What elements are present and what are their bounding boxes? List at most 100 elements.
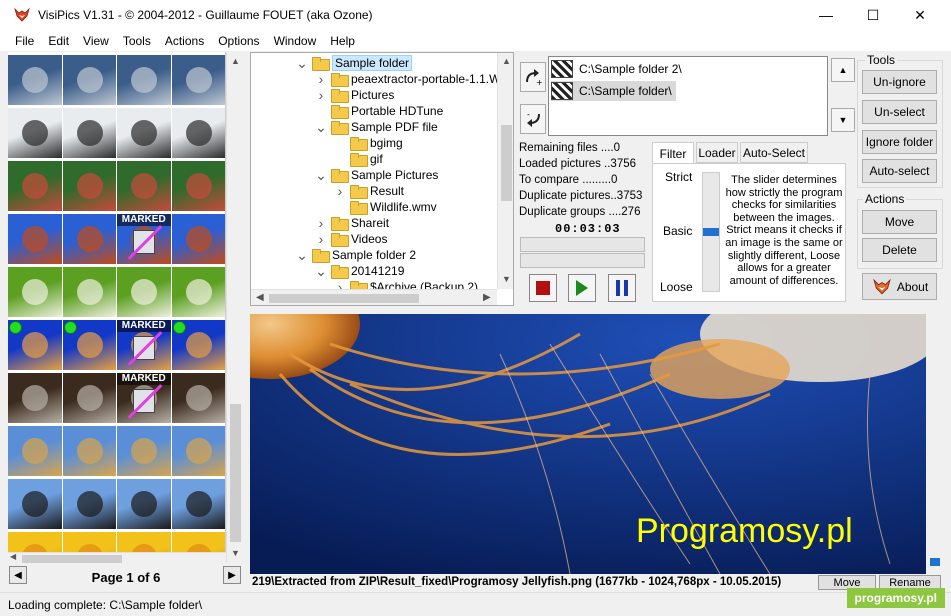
tree-item[interactable]: ⌄ Sample folder xyxy=(295,55,413,71)
thumbnail[interactable] xyxy=(117,55,172,105)
tree-item[interactable]: › Result xyxy=(333,183,404,199)
thumbnail[interactable] xyxy=(171,108,225,158)
remove-folder-button[interactable]: - xyxy=(520,104,546,134)
unignore-button[interactable]: Un-ignore xyxy=(862,70,937,94)
thumbnail-hscrollbar[interactable]: ◀ xyxy=(8,552,226,564)
hscroll-thumb[interactable] xyxy=(22,555,122,563)
chevron-right-icon[interactable]: › xyxy=(314,215,328,231)
tree-item[interactable]: › Pictures xyxy=(314,87,394,103)
preview-zoom-thumb[interactable] xyxy=(930,558,940,566)
chevron-down-icon[interactable]: ⌄ xyxy=(295,248,309,262)
thumbnail[interactable] xyxy=(171,267,225,317)
close-button[interactable]: ✕ xyxy=(897,0,943,30)
about-button[interactable]: About xyxy=(862,273,937,300)
tree-item[interactable]: › Shareit xyxy=(314,215,389,231)
scroll-down-icon[interactable]: ▼ xyxy=(231,548,240,558)
delete-button[interactable]: Delete xyxy=(862,238,937,262)
scroll-up-icon[interactable]: ▲ xyxy=(231,56,240,66)
auto-select-button[interactable]: Auto-select xyxy=(862,159,937,183)
tree-item[interactable]: ⌄ Sample folder 2 xyxy=(295,247,416,263)
thumbnail[interactable] xyxy=(171,320,225,370)
ignore-folder-button[interactable]: Ignore folder xyxy=(862,130,937,154)
tree-item[interactable]: bgimg xyxy=(333,135,403,151)
menu-file[interactable]: File xyxy=(15,34,34,48)
thumbnail[interactable] xyxy=(171,479,225,529)
folder-tree[interactable]: ⌄ Sample folder › peaextractor-portable-1.1… xyxy=(250,52,514,306)
scroll-down-icon[interactable]: ▼ xyxy=(502,274,511,284)
move-up-button[interactable]: ▲ xyxy=(831,58,855,82)
thumbnail[interactable] xyxy=(117,267,172,317)
thumbnail[interactable] xyxy=(117,479,172,529)
menu-tools[interactable]: Tools xyxy=(123,34,151,48)
thumbnail[interactable] xyxy=(8,479,63,529)
thumbnail[interactable] xyxy=(171,161,225,211)
thumbnail[interactable] xyxy=(8,214,63,264)
thumbnail[interactable]: MARKED xyxy=(117,320,172,370)
tab-loader[interactable]: Loader xyxy=(696,142,738,163)
thumbnail[interactable] xyxy=(8,55,63,105)
thumbnail[interactable] xyxy=(171,373,225,423)
thumbnail[interactable] xyxy=(62,426,117,476)
play-button[interactable] xyxy=(568,274,596,302)
tree-item[interactable]: Wildlife.wmv xyxy=(333,199,437,215)
scroll-left-icon[interactable]: ◀ xyxy=(256,292,264,303)
chevron-down-icon[interactable]: ⌄ xyxy=(295,56,309,70)
next-page-button[interactable]: ▶ xyxy=(223,566,241,584)
thumbnail[interactable] xyxy=(62,267,117,317)
thumbnail[interactable] xyxy=(62,214,117,264)
unselect-button[interactable]: Un-select xyxy=(862,100,937,124)
thumbnail[interactable] xyxy=(171,214,225,264)
hscroll-thumb[interactable] xyxy=(269,294,419,303)
menu-actions[interactable]: Actions xyxy=(165,34,204,48)
path-item[interactable]: C:\Sample folder 2\ xyxy=(551,59,682,79)
thumbnail[interactable] xyxy=(62,161,117,211)
strictness-slider-thumb[interactable] xyxy=(703,228,719,236)
tree-item[interactable]: › Videos xyxy=(314,231,387,247)
chevron-right-icon[interactable]: › xyxy=(333,183,347,199)
chevron-down-icon[interactable]: ⌄ xyxy=(314,264,328,278)
thumbnail[interactable] xyxy=(171,55,225,105)
thumbnail[interactable] xyxy=(8,426,63,476)
thumbnail-scrollbar[interactable]: ▲ ▼ xyxy=(226,52,243,562)
menu-view[interactable]: View xyxy=(83,34,109,48)
image-preview[interactable]: Programosy.pl xyxy=(250,314,926,574)
thumbnail[interactable] xyxy=(62,55,117,105)
scroll-right-icon[interactable]: ▶ xyxy=(483,292,491,303)
chevron-down-icon[interactable]: ⌄ xyxy=(314,120,328,134)
add-folder-button[interactable]: + xyxy=(520,62,546,92)
thumbnail[interactable] xyxy=(117,108,172,158)
tree-hscrollbar[interactable]: ◀ ▶ xyxy=(251,289,497,305)
tree-vscrollbar[interactable]: ▲ ▼ xyxy=(497,53,513,289)
tree-item[interactable]: ⌄ Sample Pictures xyxy=(314,167,438,183)
tree-item[interactable]: Portable HDTune xyxy=(314,103,443,119)
thumbnail[interactable] xyxy=(171,426,225,476)
thumbnail[interactable] xyxy=(62,373,117,423)
folder-path-list[interactable]: C:\Sample folder 2\ C:\Sample folder\ xyxy=(548,56,828,136)
path-item-selected[interactable]: C:\Sample folder\ xyxy=(551,81,676,101)
thumbnail[interactable] xyxy=(62,320,117,370)
chevron-right-icon[interactable]: › xyxy=(314,87,328,103)
maximize-button[interactable]: ☐ xyxy=(850,0,896,30)
tree-item[interactable]: gif xyxy=(333,151,383,167)
chevron-right-icon[interactable]: › xyxy=(314,231,328,247)
menu-options[interactable]: Options xyxy=(218,34,259,48)
minimize-button[interactable]: — xyxy=(803,0,849,30)
menu-window[interactable]: Window xyxy=(274,34,317,48)
thumbnail[interactable] xyxy=(117,426,172,476)
scroll-thumb[interactable] xyxy=(501,125,512,201)
move-down-button[interactable]: ▼ xyxy=(831,108,855,132)
chevron-down-icon[interactable]: ⌄ xyxy=(314,168,328,182)
thumbnail[interactable] xyxy=(8,373,63,423)
scroll-up-icon[interactable]: ▲ xyxy=(502,56,511,66)
thumbnail[interactable] xyxy=(62,479,117,529)
menu-help[interactable]: Help xyxy=(330,34,355,48)
tree-item[interactable]: ⌄ Sample PDF file xyxy=(314,119,438,135)
thumbnail[interactable] xyxy=(8,320,63,370)
menu-edit[interactable]: Edit xyxy=(48,34,69,48)
preview-scrollbar[interactable] xyxy=(926,314,943,574)
tree-item[interactable]: › peaextractor-portable-1.1.WIN xyxy=(314,71,512,87)
tree-item[interactable]: ⌄ 20141219 xyxy=(314,263,404,279)
thumbnail-grid[interactable]: MARKED MARKED MARKED xyxy=(8,52,226,562)
thumbnail[interactable] xyxy=(117,161,172,211)
pause-button[interactable] xyxy=(608,274,636,302)
